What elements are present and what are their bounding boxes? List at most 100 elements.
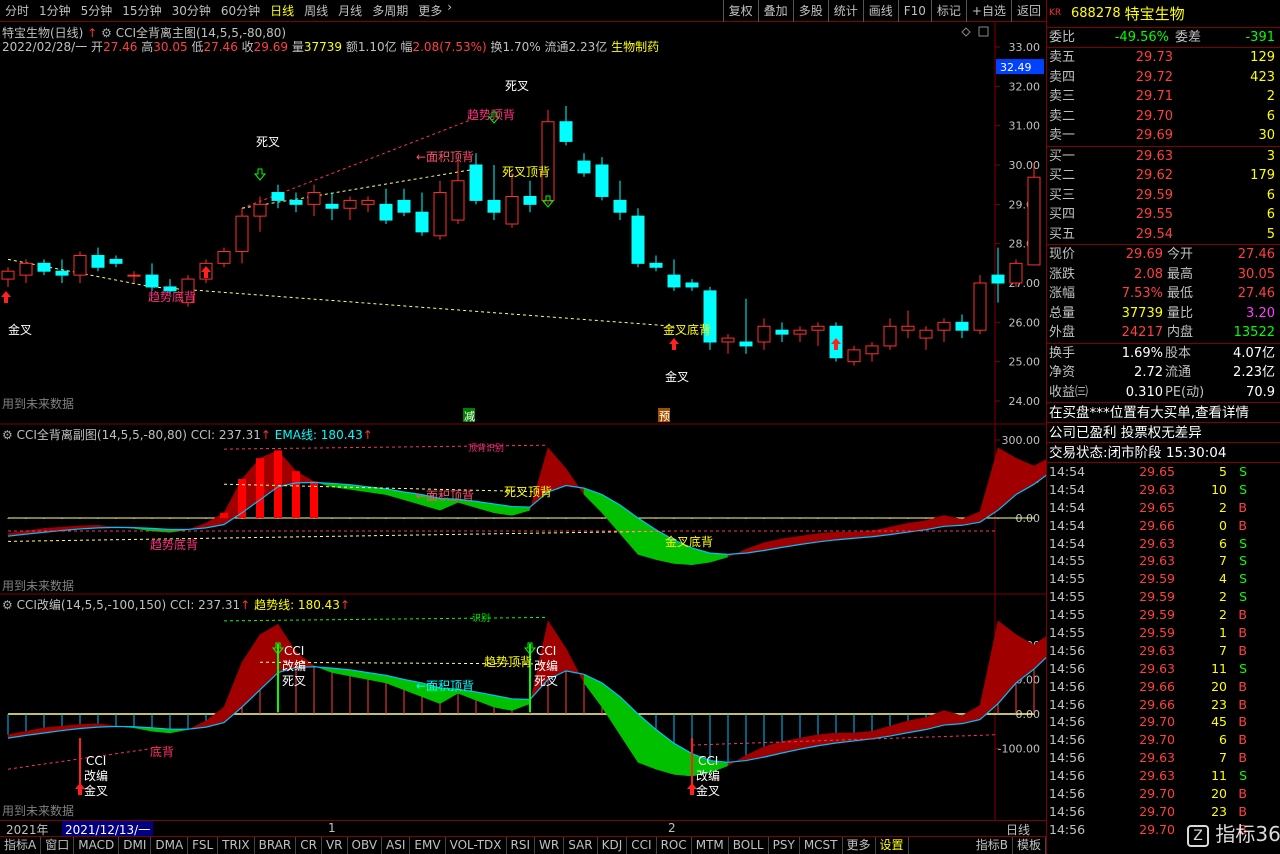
book-row[interactable]: 卖四 29.72 423: [1047, 68, 1280, 88]
indicator-right-button-1[interactable]: 模板: [1013, 837, 1046, 854]
period-tab-8[interactable]: 月线: [333, 0, 367, 22]
indicator-button-9[interactable]: VR: [322, 837, 348, 854]
indicator-button-15[interactable]: WR: [535, 837, 565, 854]
trend-top-label: 趋势顶背: [467, 108, 515, 122]
trade-volume: 23: [1211, 696, 1227, 712]
tool-button-5[interactable]: F10: [897, 0, 931, 22]
period-tab-9[interactable]: 多周期: [367, 0, 413, 22]
book-row[interactable]: 卖三 29.71 2: [1047, 87, 1280, 107]
golden-cross-label: 金叉: [665, 369, 689, 384]
indicator-button-18[interactable]: CCI: [627, 837, 657, 854]
indicator-button-25[interactable]: 设置: [876, 837, 909, 854]
period-tab-0[interactable]: 分时: [0, 0, 34, 22]
book-row[interactable]: 买四 29.55 6: [1047, 205, 1280, 225]
period-tab-10[interactable]: 更多: [413, 0, 447, 22]
predict-label: 预: [659, 410, 670, 423]
book-label: 卖三: [1049, 89, 1076, 104]
tool-button-2[interactable]: 多股: [792, 0, 828, 22]
indicator-button-19[interactable]: ROC: [657, 837, 692, 854]
period-tab-7[interactable]: 周线: [299, 0, 333, 22]
tool-button-4[interactable]: 画线: [862, 0, 898, 22]
trade-row: 14:55 29.59 4 S: [1047, 570, 1280, 588]
candle-body: [541, 121, 555, 201]
candle-body: [811, 325, 825, 331]
indicator-button-3[interactable]: DMI: [119, 837, 152, 854]
candle-body: [505, 195, 519, 225]
indicator-button-23[interactable]: MCST: [800, 837, 843, 854]
trade-volume: 20: [1211, 786, 1227, 802]
tool-button-0[interactable]: 复权: [722, 0, 758, 22]
book-row[interactable]: 买二 29.62 179: [1047, 166, 1280, 186]
indicator-button-12[interactable]: EMV: [410, 837, 446, 854]
stat-label: 最高: [1167, 266, 1194, 282]
sub2-tick-label: -100.00: [998, 743, 1040, 756]
period-tab-5[interactable]: 60分钟: [216, 0, 265, 22]
indicator-button-7[interactable]: BRAR: [255, 837, 297, 854]
indicator-button-21[interactable]: BOLL: [729, 837, 769, 854]
book-row[interactable]: 买一 29.63 3: [1047, 147, 1280, 167]
trade-row: 14:55 29.59 2 B: [1047, 606, 1280, 624]
trade-volume: 6: [1219, 732, 1227, 748]
indicator-right-button-0[interactable]: 指标B: [972, 837, 1013, 854]
indicator-button-17[interactable]: KDJ: [598, 837, 628, 854]
current-price-label: 32.49: [1000, 61, 1032, 74]
tool-button-8[interactable]: 返回: [1010, 0, 1046, 22]
ohlc-date: 2022/02/28/一: [2, 40, 88, 54]
indicator-button-13[interactable]: VOL-TDX: [446, 837, 507, 854]
notice-bigorder[interactable]: 在买盘***位置有大买单,查看详情: [1047, 402, 1280, 422]
sub1-area: [529, 447, 549, 511]
trade-row: 14:56 29.63 11 S: [1047, 660, 1280, 678]
weicha-label: 委差: [1175, 30, 1202, 45]
tool-button-7[interactable]: +自选: [965, 0, 1011, 22]
indicator-button-4[interactable]: DMA: [151, 837, 189, 854]
book-label: 买三: [1049, 187, 1076, 203]
price-tick-label: 26.00: [1009, 316, 1041, 329]
indicator-button-22[interactable]: PSY: [769, 837, 800, 854]
tool-button-3[interactable]: 统计: [827, 0, 863, 22]
book-row[interactable]: 卖二 29.70 6: [1047, 107, 1280, 127]
indicator-button-16[interactable]: SAR: [564, 837, 598, 854]
indicator-button-14[interactable]: RSI: [507, 837, 536, 854]
period-tab-6[interactable]: 日线: [265, 0, 299, 22]
tool-button-6[interactable]: 标记: [930, 0, 966, 22]
settings-icon[interactable]: ⚙: [2, 428, 13, 442]
book-row[interactable]: 买五 29.54 5: [1047, 225, 1280, 245]
sub2-title[interactable]: CCI改编(14,5,5,-100,150): [17, 598, 167, 612]
trade-ticks[interactable]: 14:54 29.65 5 S 14:54 29.63 10 S 14:54 29.65 2 B 14:…: [1047, 462, 1280, 839]
indicator-button-10[interactable]: OBV: [348, 837, 383, 854]
period-tab-4[interactable]: 30分钟: [167, 0, 216, 22]
period-tab-3[interactable]: 15分钟: [117, 0, 166, 22]
sub2-area: [565, 648, 585, 684]
area-top-label: ←面积顶背: [416, 150, 474, 164]
sub1-trend-bottom-label: 趋势底背: [150, 537, 198, 552]
indicator-button-11[interactable]: ASI: [382, 837, 411, 854]
book-row[interactable]: 卖五 29.73 129: [1047, 48, 1280, 68]
trade-time: 14:55: [1049, 625, 1086, 641]
indicator-button-1[interactable]: 窗口: [41, 837, 75, 854]
trade-time: 14:56: [1049, 803, 1086, 819]
trade-time: 14:54: [1049, 464, 1086, 479]
indicator-button-2[interactable]: MACD: [74, 837, 120, 854]
indicator-button-20[interactable]: MTM: [692, 837, 729, 854]
indicator-button-5[interactable]: FSL: [188, 837, 219, 854]
chevron-right-icon[interactable]: ›: [447, 0, 452, 22]
kline-chart[interactable]: 33.0032.0031.0030.0029.0028.0027.0026.00…: [0, 22, 1046, 820]
candle-body: [739, 341, 753, 347]
indicator-button-0[interactable]: 指标A: [0, 837, 42, 854]
settings-icon[interactable]: ⚙: [2, 598, 13, 612]
book-price: 29.73: [1135, 50, 1173, 65]
book-row[interactable]: 买三 29.59 6: [1047, 186, 1280, 206]
book-row[interactable]: 卖一 29.69 30: [1047, 126, 1280, 146]
indicator-button-24[interactable]: 更多: [843, 837, 876, 854]
quote-panel: KR 688278 特宝生物 委比 -49.56% 委差 -391 卖五 29.7…: [1046, 0, 1280, 854]
period-tab-2[interactable]: 5分钟: [76, 0, 118, 22]
sub1-ema: EMA线: 180.43: [274, 428, 363, 442]
tool-button-1[interactable]: 叠加: [757, 0, 793, 22]
sub1-title[interactable]: CCI全背离副图(14,5,5,-80,80): [17, 428, 187, 442]
high-value: 30.05: [153, 40, 188, 54]
trade-volume: 45: [1211, 714, 1227, 730]
indicator-button-6[interactable]: TRIX: [218, 837, 255, 854]
period-tab-1[interactable]: 1分钟: [34, 0, 76, 22]
book-label: 买一: [1049, 148, 1076, 164]
indicator-button-8[interactable]: CR: [296, 837, 322, 854]
